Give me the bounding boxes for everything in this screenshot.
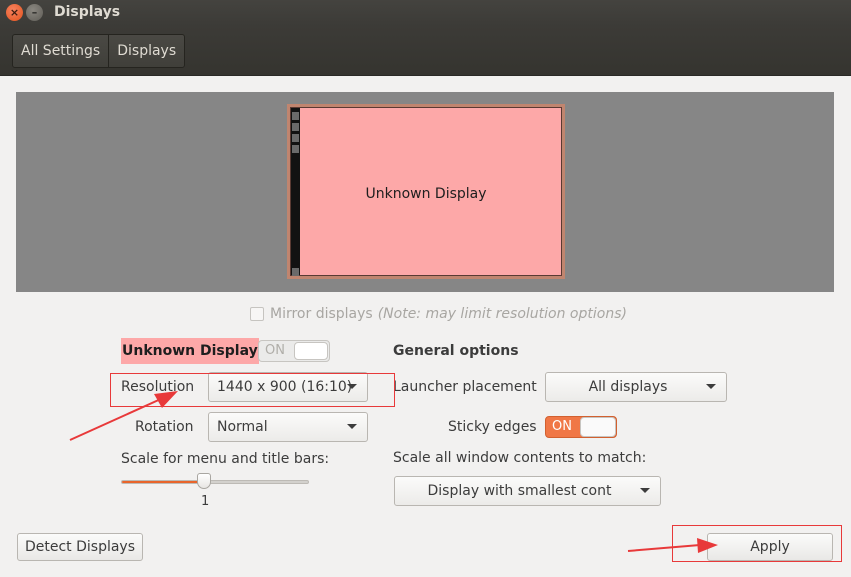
mirror-displays-note: (Note: may limit resolution options) [377,306,627,322]
monitor-preview[interactable]: Unknown Display [287,104,565,279]
window-title: Displays [54,4,121,20]
toggle-state-label: ON [552,419,572,434]
chevron-down-icon [347,424,357,429]
close-icon[interactable]: × [6,4,23,21]
toggle-knob [580,417,616,437]
toggle-knob [294,342,328,360]
launcher-item [292,123,299,131]
launcher-placement-value: All displays [588,379,668,395]
general-options-heading: General options [393,343,519,359]
display-arrangement-area: Unknown Display [16,92,834,292]
header-toolbar: All Settings Displays [0,26,851,76]
mirror-displays-checkbox[interactable] [250,307,264,321]
scale-value: 1 [201,494,210,509]
detect-displays-button[interactable]: Detect Displays [17,533,143,561]
monitor-screen: Unknown Display [290,107,562,276]
launcher-item [292,134,299,142]
rotation-value: Normal [217,419,268,435]
launcher-item [292,112,299,120]
rotation-label: Rotation [135,419,194,435]
scale-all-select[interactable]: Display with smallest cont [394,476,661,506]
launcher-item [292,268,299,276]
chevron-down-icon [706,384,716,389]
launcher-placement-label: Launcher placement [393,379,537,395]
launcher-item [292,145,299,153]
sticky-edges-toggle[interactable]: ON [545,416,617,438]
annotation-box-apply [672,525,842,562]
minimize-icon[interactable]: – [26,4,43,21]
breadcrumb-displays[interactable]: Displays [108,35,184,67]
scale-slider-fill [122,481,204,483]
display-power-toggle[interactable]: ON [258,340,330,362]
chevron-down-icon [640,488,650,493]
scale-slider-handle[interactable] [196,473,211,489]
scale-all-value: Display with smallest cont [427,483,612,499]
sticky-edges-label: Sticky edges [448,419,537,435]
annotation-box-resolution [110,373,395,407]
breadcrumb-all-settings[interactable]: All Settings [13,35,108,67]
toggle-state-label: ON [265,343,285,358]
monitor-label: Unknown Display [365,186,487,202]
rotation-select[interactable]: Normal [208,412,368,442]
mirror-displays-label: Mirror displays [270,306,373,322]
launcher-placement-select[interactable]: All displays [545,372,727,402]
scale-label: Scale for menu and title bars: [121,451,330,467]
mirror-displays-option: Mirror displays (Note: may limit resolut… [250,306,627,322]
selected-display-name: Unknown Display [121,338,259,364]
window-titlebar: × – Displays [0,0,851,26]
breadcrumb: All Settings Displays [12,34,186,68]
scale-all-label: Scale all window contents to match: [393,450,647,466]
scale-slider-track[interactable] [121,480,309,484]
